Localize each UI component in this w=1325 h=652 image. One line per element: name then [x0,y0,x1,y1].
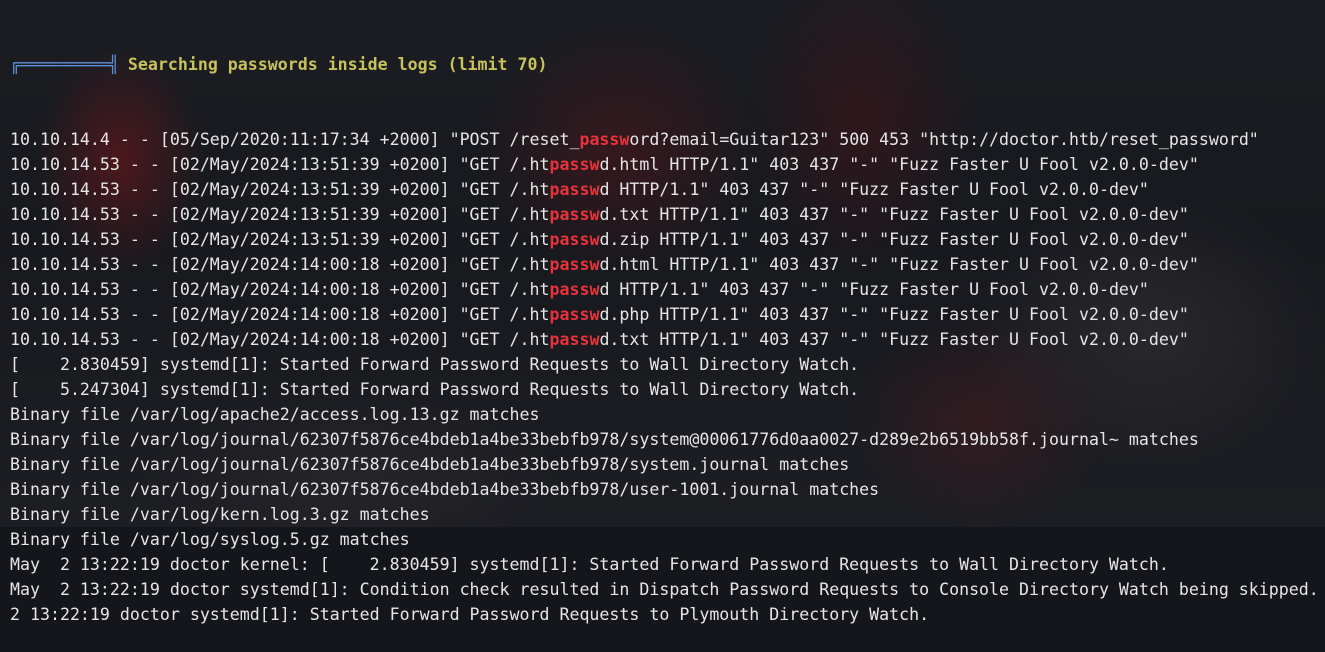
log-text: [ 2.830459] systemd[1]: Started Forward … [10,355,860,374]
log-text-rest: d.php HTTP/1.1" 403 437 "-" "Fuzz Faster… [599,305,1189,324]
section-title: Searching passwords inside logs (limit 7… [127,55,548,74]
log-text: 10.10.14.53 - - [02/May/2024:14:00:18 +0… [10,330,550,349]
log-line: 10.10.14.53 - - [02/May/2024:14:00:18 +0… [10,277,1325,302]
log-line: Binary file /var/log/journal/62307f5876c… [10,477,1325,502]
log-line: 10.10.14.53 - - [02/May/2024:14:00:18 +0… [10,327,1325,352]
log-line: Binary file /var/log/journal/62307f5876c… [10,427,1325,452]
log-line: 10.10.14.53 - - [02/May/2024:13:51:39 +0… [10,177,1325,202]
log-line: Binary file /var/log/journal/62307f5876c… [10,452,1325,477]
terminal-output[interactable]: ╔══════════╣ Searching passwords inside … [10,2,1325,652]
log-line: 10.10.14.53 - - [02/May/2024:13:51:39 +0… [10,202,1325,227]
log-text-rest: d.txt HTTP/1.1" 403 437 "-" "Fuzz Faster… [599,330,1189,349]
log-line: 10.10.14.53 - - [02/May/2024:13:51:39 +0… [10,152,1325,177]
log-text-rest: d.txt HTTP/1.1" 403 437 "-" "Fuzz Faster… [599,205,1189,224]
log-text-rest: d.zip HTTP/1.1" 403 437 "-" "Fuzz Faster… [599,230,1189,249]
log-text: May 2 13:22:19 doctor systemd[1]: Condit… [10,580,1319,599]
log-line: Binary file /var/log/apache2/access.log.… [10,402,1325,427]
log-text: 10.10.14.53 - - [02/May/2024:14:00:18 +0… [10,255,550,274]
match-highlight: passw [549,330,600,349]
log-text: Binary file /var/log/apache2/access.log.… [10,405,540,424]
log-text: 10.10.14.53 - - [02/May/2024:13:51:39 +0… [10,180,550,199]
match-highlight: passw [549,180,600,199]
log-text: Binary file /var/log/journal/62307f5876c… [10,455,850,474]
match-highlight: passw [549,155,600,174]
log-text: 10.10.14.53 - - [02/May/2024:14:00:18 +0… [10,305,550,324]
match-highlight: passw [549,305,600,324]
match-highlight: passw [579,130,630,149]
header-box-drawing: ╔══════════╣ [10,55,119,74]
log-text: 2 13:22:19 doctor systemd[1]: Started Fo… [10,605,930,624]
log-text: Binary file /var/log/journal/62307f5876c… [10,430,1199,449]
log-text: 10.10.14.4 - - [05/Sep/2020:11:17:34 +20… [10,130,580,149]
log-line: 2 13:22:19 doctor systemd[1]: Started Fo… [10,602,1325,627]
log-line: 10.10.14.53 - - [02/May/2024:13:51:39 +0… [10,227,1325,252]
match-highlight: passw [549,280,600,299]
match-highlight: passw [549,205,600,224]
log-line: 10.10.14.4 - - [05/Sep/2020:11:17:34 +20… [10,127,1325,152]
log-text: [ 5.247304] systemd[1]: Started Forward … [10,380,860,399]
log-line: May 2 13:22:19 doctor kernel: [ 2.830459… [10,552,1325,577]
log-text: Binary file /var/log/syslog.5.gz matches [10,530,410,549]
log-line: 10.10.14.53 - - [02/May/2024:14:00:18 +0… [10,302,1325,327]
log-text-rest: ord?email=Guitar123" 500 453 "http://doc… [629,130,1259,149]
match-highlight: passw [549,255,600,274]
log-line: [ 5.247304] systemd[1]: Started Forward … [10,377,1325,402]
log-text: May 2 13:22:19 doctor kernel: [ 2.830459… [10,555,1169,574]
log-line: May 2 13:22:19 doctor systemd[1]: Condit… [10,577,1325,602]
log-text-rest: d.html HTTP/1.1" 403 437 "-" "Fuzz Faste… [599,155,1199,174]
log-text: Binary file /var/log/journal/62307f5876c… [10,480,880,499]
log-line: [ 2.830459] systemd[1]: Started Forward … [10,352,1325,377]
log-text-rest: d.html HTTP/1.1" 403 437 "-" "Fuzz Faste… [599,255,1199,274]
log-line: 10.10.14.53 - - [02/May/2024:14:00:18 +0… [10,252,1325,277]
log-text-rest: d HTTP/1.1" 403 437 "-" "Fuzz Faster U F… [599,280,1149,299]
section-header: ╔══════════╣ Searching passwords inside … [10,52,1325,77]
log-line: Binary file /var/log/kern.log.3.gz match… [10,502,1325,527]
log-lines: 10.10.14.4 - - [05/Sep/2020:11:17:34 +20… [10,127,1325,627]
log-text: 10.10.14.53 - - [02/May/2024:14:00:18 +0… [10,280,550,299]
log-text: 10.10.14.53 - - [02/May/2024:13:51:39 +0… [10,230,550,249]
log-text: 10.10.14.53 - - [02/May/2024:13:51:39 +0… [10,155,550,174]
log-text: 10.10.14.53 - - [02/May/2024:13:51:39 +0… [10,205,550,224]
log-text-rest: d HTTP/1.1" 403 437 "-" "Fuzz Faster U F… [599,180,1149,199]
log-text: Binary file /var/log/kern.log.3.gz match… [10,505,430,524]
log-line: Binary file /var/log/syslog.5.gz matches [10,527,1325,552]
match-highlight: passw [549,230,600,249]
